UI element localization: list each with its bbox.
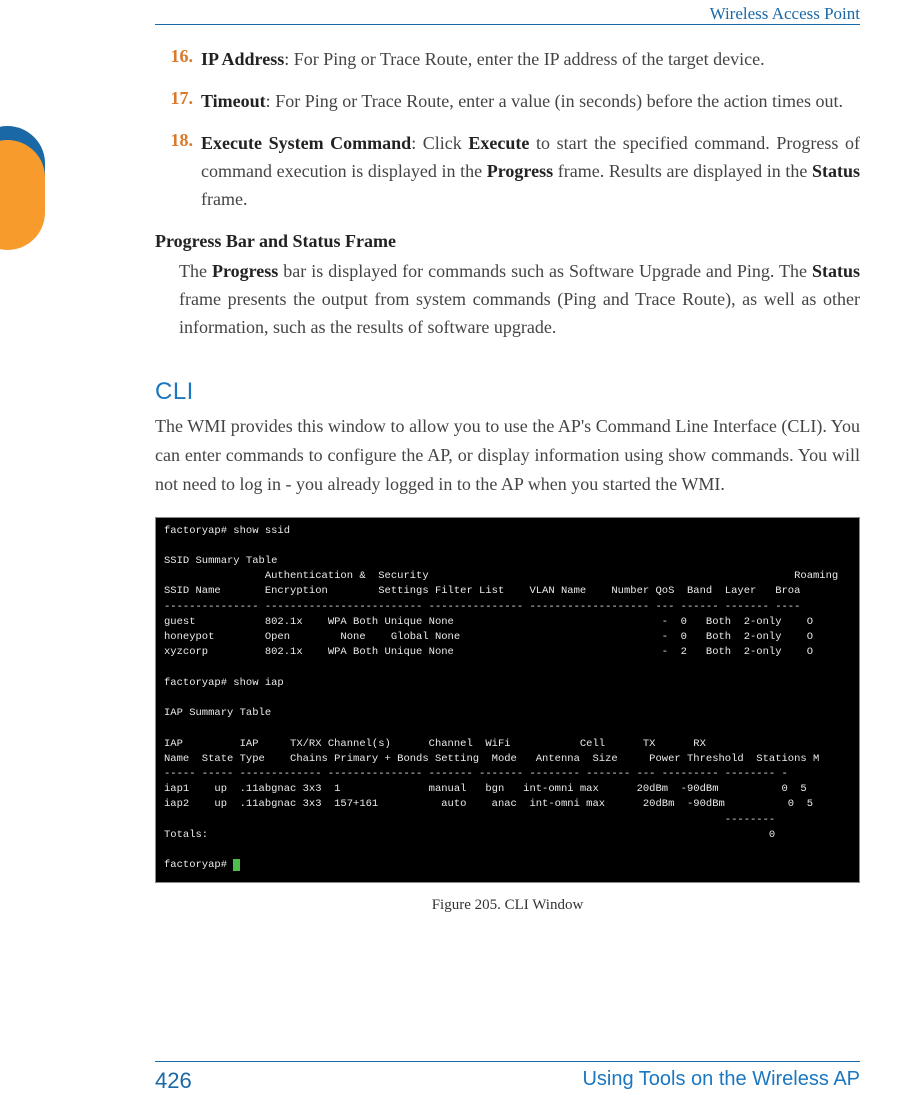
item-number: 18. <box>155 130 201 214</box>
running-header: Wireless Access Point <box>710 4 860 24</box>
p-pre: The <box>179 261 212 281</box>
text-pre: Click <box>423 133 469 153</box>
cli-terminal-screenshot: factoryap# show ssid SSID Summary Table … <box>155 517 860 883</box>
p-post: frame presents the output from system co… <box>179 289 860 337</box>
page-content: 16. IP Address: For Ping or Trace Route,… <box>155 46 860 1044</box>
p-bold-progress: Progress <box>212 261 278 281</box>
side-tab-decoration <box>0 140 45 250</box>
header-rule <box>155 24 860 25</box>
text-post: frame. <box>201 189 247 209</box>
item-number: 16. <box>155 46 201 74</box>
cli-paragraph: The WMI provides this window to allow yo… <box>155 412 860 498</box>
numbered-item-16: 16. IP Address: For Ping or Trace Route,… <box>155 46 860 74</box>
subhead-progress-status: Progress Bar and Status Frame <box>155 231 860 252</box>
terminal-text: factoryap# show ssid SSID Summary Table … <box>164 525 838 872</box>
numbered-item-17: 17. Timeout: For Ping or Trace Route, en… <box>155 88 860 116</box>
progress-paragraph: The Progress bar is displayed for comman… <box>179 258 860 342</box>
p-bold-status: Status <box>812 261 860 281</box>
item-term: IP Address <box>201 49 284 69</box>
footer-chapter-title: Using Tools on the Wireless AP <box>582 1068 860 1091</box>
item-body: Execute System Command: Click Execute to… <box>201 130 860 214</box>
item-number: 17. <box>155 88 201 116</box>
bold-execute: Execute <box>468 133 529 153</box>
item-term: Execute System Command <box>201 133 411 153</box>
item-text: For Ping or Trace Route, enter a value (… <box>275 91 843 111</box>
bold-status: Status <box>812 161 860 181</box>
terminal-cursor-icon <box>233 859 240 871</box>
page-footer: 426 Using Tools on the Wireless AP <box>155 1061 860 1094</box>
item-body: Timeout: For Ping or Trace Route, enter … <box>201 88 860 116</box>
item-term: Timeout <box>201 91 266 111</box>
numbered-item-18: 18. Execute System Command: Click Execut… <box>155 130 860 214</box>
item-body: IP Address: For Ping or Trace Route, ent… <box>201 46 860 74</box>
p-mid: bar is displayed for commands such as So… <box>278 261 812 281</box>
section-title-cli: CLI <box>155 378 860 406</box>
text-mid2: frame. Results are displayed in the <box>553 161 812 181</box>
bold-progress: Progress <box>487 161 553 181</box>
figure-caption: Figure 205. CLI Window <box>155 897 860 914</box>
page-number: 426 <box>155 1068 192 1094</box>
item-text: For Ping or Trace Route, enter the IP ad… <box>294 49 765 69</box>
